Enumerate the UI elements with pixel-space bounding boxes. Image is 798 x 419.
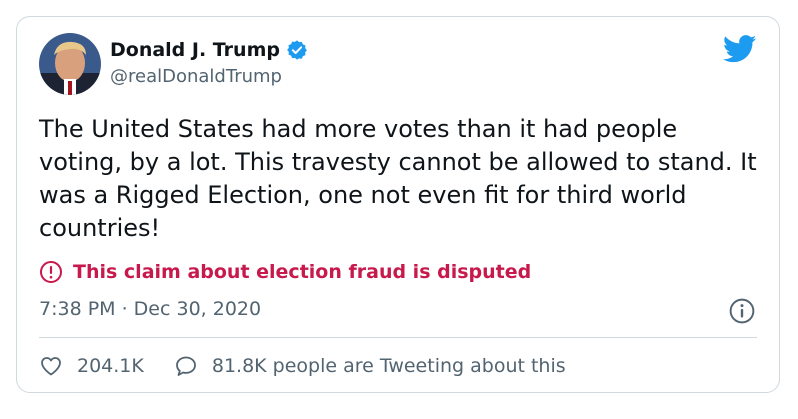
avatar-image — [39, 33, 101, 95]
speech-bubble-icon — [175, 356, 196, 376]
tweet-timestamp[interactable]: 7:38 PM · Dec 30, 2020 — [39, 298, 261, 320]
discussion-button[interactable]: 81.8K people are Tweeting about this — [174, 354, 566, 378]
misinformation-warning[interactable]: This claim about election fraud is dispu… — [39, 260, 531, 284]
twitter-bird-icon[interactable] — [723, 35, 757, 63]
heart-icon — [41, 357, 61, 376]
author-name[interactable]: Donald J. Trump — [110, 39, 280, 61]
author-row: Donald J. Trump — [110, 39, 308, 61]
divider — [39, 337, 757, 338]
like-count: 204.1K — [77, 355, 144, 377]
warning-text[interactable]: This claim about election fraud is dispu… — [73, 261, 531, 283]
discussion-text: 81.8K people are Tweeting about this — [211, 355, 566, 377]
like-button[interactable]: 204.1K — [39, 354, 144, 378]
exclamation-circle-icon — [40, 261, 62, 283]
avatar[interactable] — [39, 33, 101, 95]
author-handle[interactable]: @realDonaldTrump — [110, 66, 282, 87]
tweet-card[interactable]: Donald J. Trump @realDonaldTrump The Uni… — [16, 16, 780, 393]
tweet-text: The United States had more votes than it… — [39, 115, 757, 242]
tweet-actions: 204.1K 81.8K people are Tweeting about t… — [39, 354, 596, 378]
info-icon[interactable] — [729, 298, 755, 324]
verified-badge-icon — [287, 40, 307, 60]
